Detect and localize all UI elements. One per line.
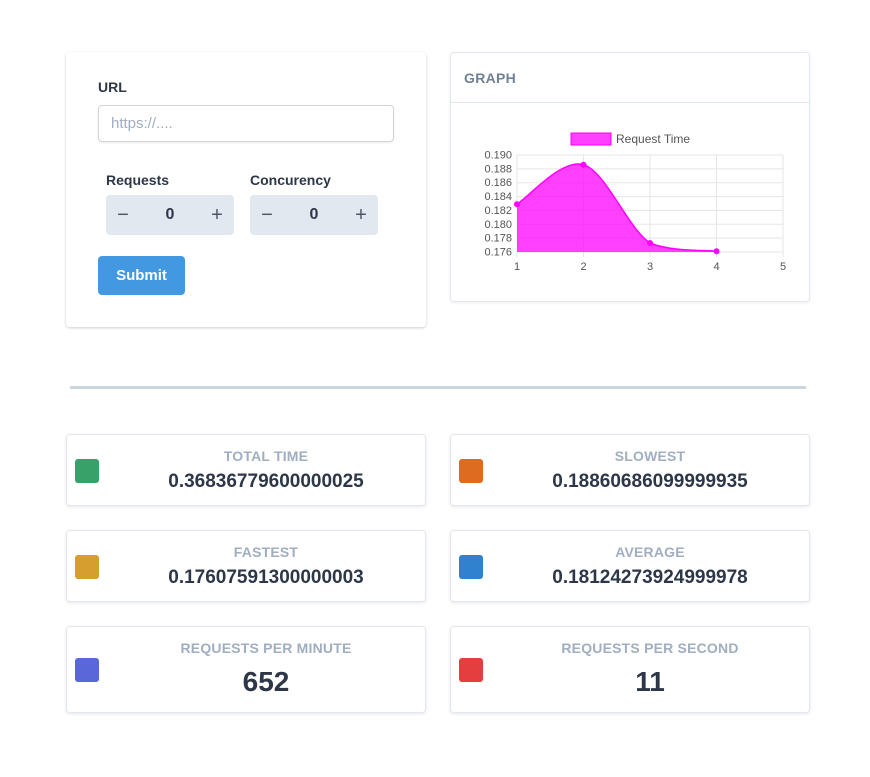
concurrency-stepper: − 0 + [250, 195, 378, 235]
stat-label: FASTEST [233, 544, 299, 560]
concurrency-value[interactable]: 0 [284, 206, 344, 224]
concurrency-label: Concurency [250, 172, 331, 188]
stat-value: 11 [635, 666, 665, 697]
plus-icon[interactable]: + [200, 195, 234, 235]
stat-value: 0.18860686099999935 [552, 471, 748, 492]
y-tick-label: 0.188 [484, 163, 512, 175]
y-tick-label: 0.180 [484, 219, 512, 231]
url-input[interactable] [98, 105, 394, 142]
stat-fastest: FASTEST 0.17607591300000003 [66, 530, 426, 602]
y-tick-label: 0.184 [484, 191, 512, 203]
x-tick-label: 2 [580, 261, 586, 273]
minus-icon[interactable]: − [106, 195, 140, 235]
stat-slowest: SLOWEST 0.18860686099999935 [450, 434, 810, 506]
y-tick-label: 0.182 [484, 205, 512, 217]
stat-value: 0.18124273924999978 [552, 567, 748, 588]
submit-button[interactable]: Submit [98, 256, 185, 295]
request-form-card: URL Requests − 0 + Concurency − 0 + Subm… [66, 52, 426, 327]
stat-requests-per-second: REQUESTS PER SECOND 11 [450, 626, 810, 713]
legend-swatch [570, 132, 612, 146]
url-label: URL [98, 79, 127, 95]
data-point [580, 161, 587, 168]
stat-label: AVERAGE [615, 544, 685, 560]
stat-label: TOTAL TIME [223, 448, 309, 464]
y-tick-label: 0.186 [484, 177, 512, 189]
graph-title: GRAPH [451, 53, 809, 103]
graph-card: GRAPH 0.190 0.188 0.186 0.184 0.182 0.180 0.17… [450, 52, 810, 302]
requests-label: Requests [106, 172, 170, 188]
requests-value[interactable]: 0 [140, 206, 200, 224]
y-tick-label: 0.190 [484, 150, 512, 162]
section-divider [70, 386, 806, 389]
legend-label: Request Time [616, 132, 690, 146]
x-tick-label: 5 [780, 261, 786, 273]
minus-icon[interactable]: − [250, 195, 284, 235]
stat-average: AVERAGE 0.18124273924999978 [450, 530, 810, 602]
stat-label: REQUESTS PER SECOND [561, 640, 739, 656]
stat-requests-per-minute: REQUESTS PER MINUTE 652 [66, 626, 426, 713]
x-tick-label: 3 [647, 261, 653, 273]
series-area [517, 163, 717, 252]
x-tick-label: 4 [713, 261, 719, 273]
stat-value: 0.17607591300000003 [168, 567, 364, 588]
x-tick-label: 1 [514, 261, 520, 273]
y-tick-label: 0.178 [484, 233, 512, 245]
stat-value: 0.36836779600000025 [168, 471, 364, 492]
stat-value: 652 [242, 666, 290, 697]
stat-label: REQUESTS PER MINUTE [180, 640, 352, 656]
data-point [514, 201, 520, 208]
stat-label: SLOWEST [614, 448, 686, 464]
data-point [713, 248, 720, 255]
stat-total-time: TOTAL TIME 0.36836779600000025 [66, 434, 426, 506]
y-tick-label: 0.176 [484, 247, 512, 259]
plus-icon[interactable]: + [344, 195, 378, 235]
requests-stepper: − 0 + [106, 195, 234, 235]
data-point [647, 239, 653, 246]
request-time-chart: 0.1900.188 0.186 0.184 0.182 0.180 0.178 0.176… [484, 132, 786, 273]
